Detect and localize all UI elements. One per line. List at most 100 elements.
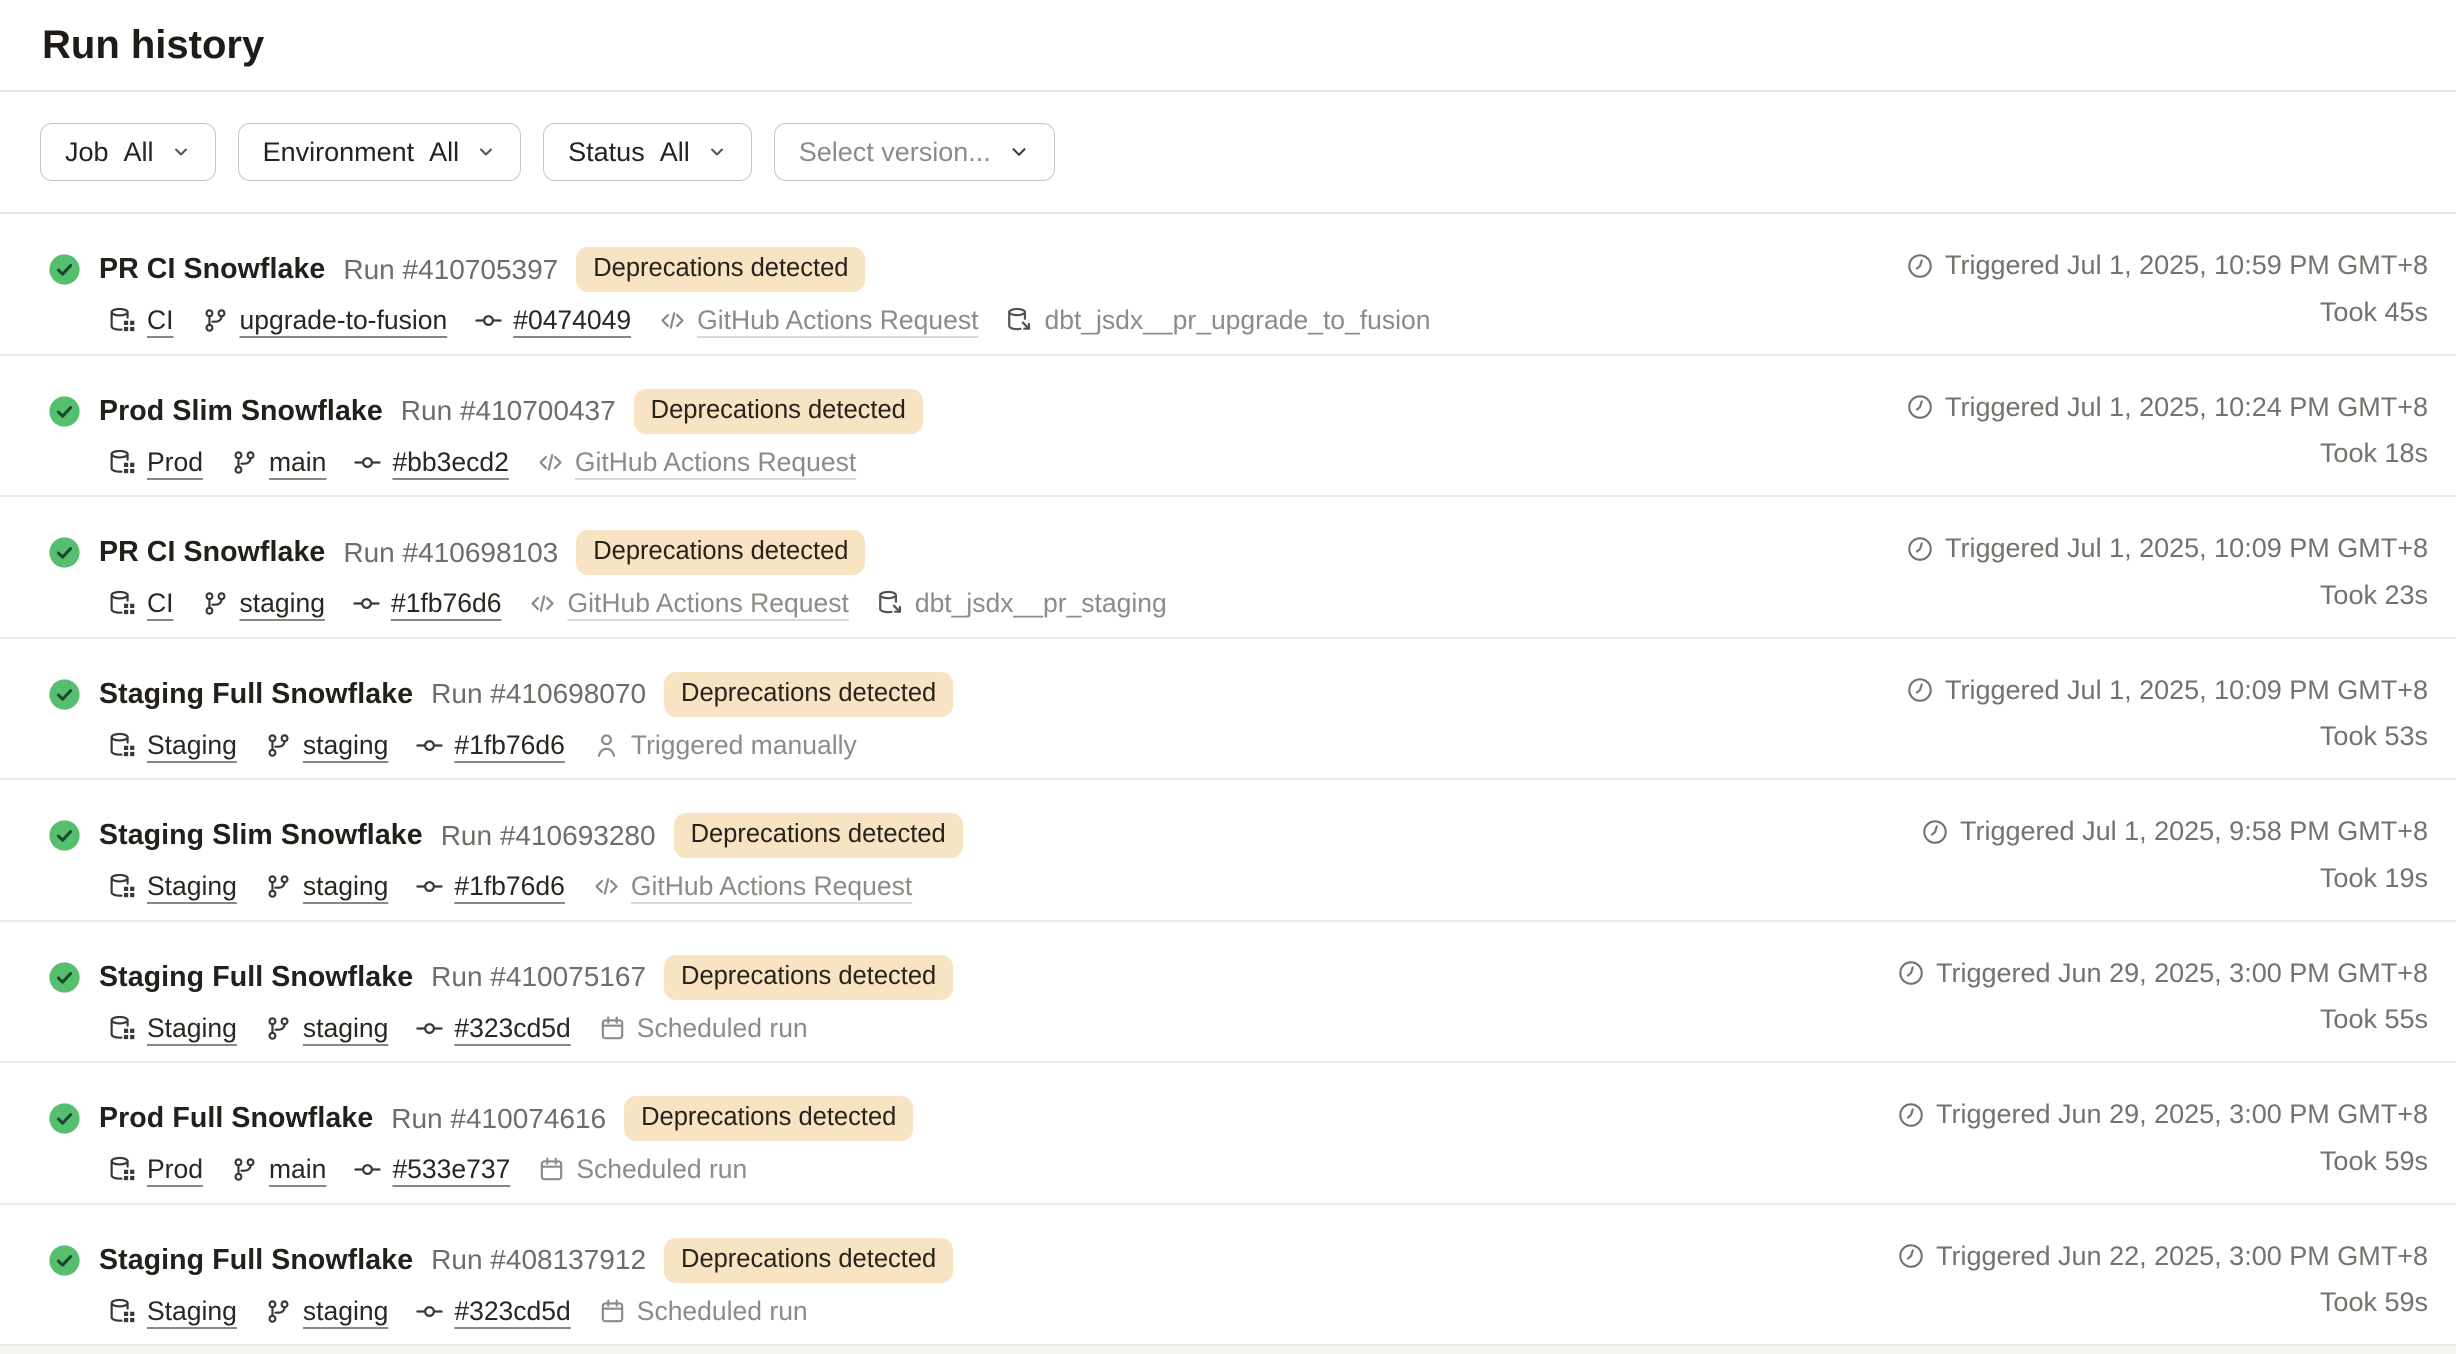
clock-icon <box>1906 393 1934 421</box>
clock-icon <box>1897 959 1925 987</box>
git-branch-icon <box>201 306 230 335</box>
branch-link[interactable]: staging <box>264 730 388 761</box>
commit-link[interactable]: #0474049 <box>474 305 631 336</box>
environment-link[interactable]: Staging <box>108 871 237 902</box>
environment-name: Prod <box>147 1154 203 1185</box>
environment-link[interactable]: Prod <box>108 1154 203 1185</box>
branch-link[interactable]: main <box>230 1154 326 1185</box>
commit-link[interactable]: #1fb76d6 <box>415 871 565 902</box>
commit-icon <box>415 731 444 760</box>
job-filter-button[interactable]: Job All <box>40 123 216 181</box>
database-arrow-icon <box>1005 306 1034 335</box>
branch-link[interactable]: staging <box>264 1296 388 1327</box>
environment-name: Staging <box>147 871 237 902</box>
user-icon <box>592 731 621 760</box>
run-row[interactable]: Prod Full Snowflake Run #410074616 Depre… <box>0 1063 2456 1205</box>
environment-filter-button[interactable]: Environment All <box>238 123 522 181</box>
environment-database-icon <box>108 306 137 335</box>
environment-filter-value: All <box>429 137 459 168</box>
triggered-timestamp: Triggered Jul 1, 2025, 10:09 PM GMT+8 <box>1906 675 2428 706</box>
branch-link[interactable]: main <box>230 447 326 478</box>
status-filter-value: All <box>660 137 690 168</box>
run-row[interactable]: PR CI Snowflake Run #410705397 Deprecati… <box>0 214 2456 356</box>
trigger-label: GitHub Actions Request <box>567 588 848 619</box>
run-row[interactable]: Staging Full Snowflake Run #408137912 De… <box>0 1205 2456 1347</box>
run-title-line: Staging Full Snowflake Run #410698070 De… <box>48 672 953 717</box>
commit-icon <box>474 306 503 335</box>
run-number: Run #410693280 <box>441 820 656 852</box>
version-select[interactable]: Select version... <box>774 123 1055 181</box>
bottom-strip <box>0 1346 2456 1354</box>
triggered-timestamp: Triggered Jul 1, 2025, 10:24 PM GMT+8 <box>1906 392 2428 423</box>
deprecations-badge: Deprecations detected <box>634 389 923 434</box>
success-check-icon <box>48 819 81 852</box>
run-duration: Took 18s <box>2320 438 2428 469</box>
environment-database-icon <box>108 872 137 901</box>
environment-link[interactable]: Staging <box>108 730 237 761</box>
run-row[interactable]: Prod Slim Snowflake Run #410700437 Depre… <box>0 356 2456 498</box>
run-row[interactable]: Staging Slim Snowflake Run #410693280 De… <box>0 780 2456 922</box>
job-name-link[interactable]: PR CI Snowflake <box>99 253 325 286</box>
run-timing: Triggered Jun 29, 2025, 3:00 PM GMT+8 To… <box>1897 922 2428 1062</box>
run-info: Prod Full Snowflake Run #410074616 Depre… <box>48 1063 913 1203</box>
environment-database-icon <box>108 1297 137 1326</box>
environment-link[interactable]: CI <box>108 305 174 336</box>
branch-link[interactable]: staging <box>201 588 325 619</box>
environment-name: Prod <box>147 447 203 478</box>
job-name-link[interactable]: Staging Full Snowflake <box>99 678 413 711</box>
commit-link[interactable]: #bb3ecd2 <box>353 447 508 478</box>
job-name-link[interactable]: PR CI Snowflake <box>99 536 325 569</box>
run-number: Run #410700437 <box>401 395 616 427</box>
git-branch-icon <box>230 1155 259 1184</box>
job-name-link[interactable]: Prod Full Snowflake <box>99 1102 373 1135</box>
chevron-down-icon <box>476 142 496 162</box>
run-info: Staging Full Snowflake Run #408137912 De… <box>48 1205 953 1345</box>
commit-link[interactable]: #533e737 <box>353 1154 510 1185</box>
branch-name: staging <box>240 588 325 619</box>
run-number: Run #408137912 <box>431 1244 646 1276</box>
job-name-link[interactable]: Staging Slim Snowflake <box>99 819 423 852</box>
clock-icon <box>1921 818 1949 846</box>
run-row[interactable]: Staging Full Snowflake Run #410075167 De… <box>0 922 2456 1064</box>
trigger-info[interactable]: GitHub Actions Request <box>658 305 978 336</box>
commit-icon <box>415 872 444 901</box>
commit-link[interactable]: #323cd5d <box>415 1013 570 1044</box>
trigger-info: Scheduled run <box>598 1296 808 1327</box>
environment-link[interactable]: Staging <box>108 1296 237 1327</box>
trigger-info[interactable]: GitHub Actions Request <box>528 588 848 619</box>
success-check-icon <box>48 395 81 428</box>
branch-link[interactable]: staging <box>264 1013 388 1044</box>
commit-icon <box>415 1014 444 1043</box>
run-duration: Took 55s <box>2320 1004 2428 1035</box>
run-row[interactable]: Staging Full Snowflake Run #410698070 De… <box>0 639 2456 781</box>
clock-icon <box>1906 535 1934 563</box>
job-name-link[interactable]: Staging Full Snowflake <box>99 961 413 994</box>
run-duration: Took 53s <box>2320 721 2428 752</box>
run-list: PR CI Snowflake Run #410705397 Deprecati… <box>0 214 2456 1346</box>
branch-name: staging <box>303 730 388 761</box>
branch-link[interactable]: upgrade-to-fusion <box>201 305 448 336</box>
status-filter-button[interactable]: Status All <box>543 123 752 181</box>
clock-icon <box>1897 1242 1925 1270</box>
run-duration: Took 45s <box>2320 297 2428 328</box>
job-name-link[interactable]: Staging Full Snowflake <box>99 1244 413 1277</box>
environment-link[interactable]: Prod <box>108 447 203 478</box>
code-icon <box>528 589 557 618</box>
run-row[interactable]: PR CI Snowflake Run #410698103 Deprecati… <box>0 497 2456 639</box>
branch-link[interactable]: staging <box>264 871 388 902</box>
branch-name: staging <box>303 871 388 902</box>
trigger-label: Triggered manually <box>631 730 857 761</box>
calendar-icon <box>598 1297 627 1326</box>
trigger-info[interactable]: GitHub Actions Request <box>592 871 912 902</box>
environment-link[interactable]: Staging <box>108 1013 237 1044</box>
filter-bar: Job All Environment All Status All Selec… <box>0 92 2456 214</box>
commit-link[interactable]: #1fb76d6 <box>415 730 565 761</box>
environment-link[interactable]: CI <box>108 588 174 619</box>
triggered-text: Triggered Jul 1, 2025, 10:09 PM GMT+8 <box>1945 533 2428 564</box>
trigger-info[interactable]: GitHub Actions Request <box>536 447 856 478</box>
job-name-link[interactable]: Prod Slim Snowflake <box>99 395 383 428</box>
commit-link[interactable]: #323cd5d <box>415 1296 570 1327</box>
commit-link[interactable]: #1fb76d6 <box>352 588 502 619</box>
run-info: Prod Slim Snowflake Run #410700437 Depre… <box>48 356 923 496</box>
deprecations-badge: Deprecations detected <box>576 530 865 575</box>
